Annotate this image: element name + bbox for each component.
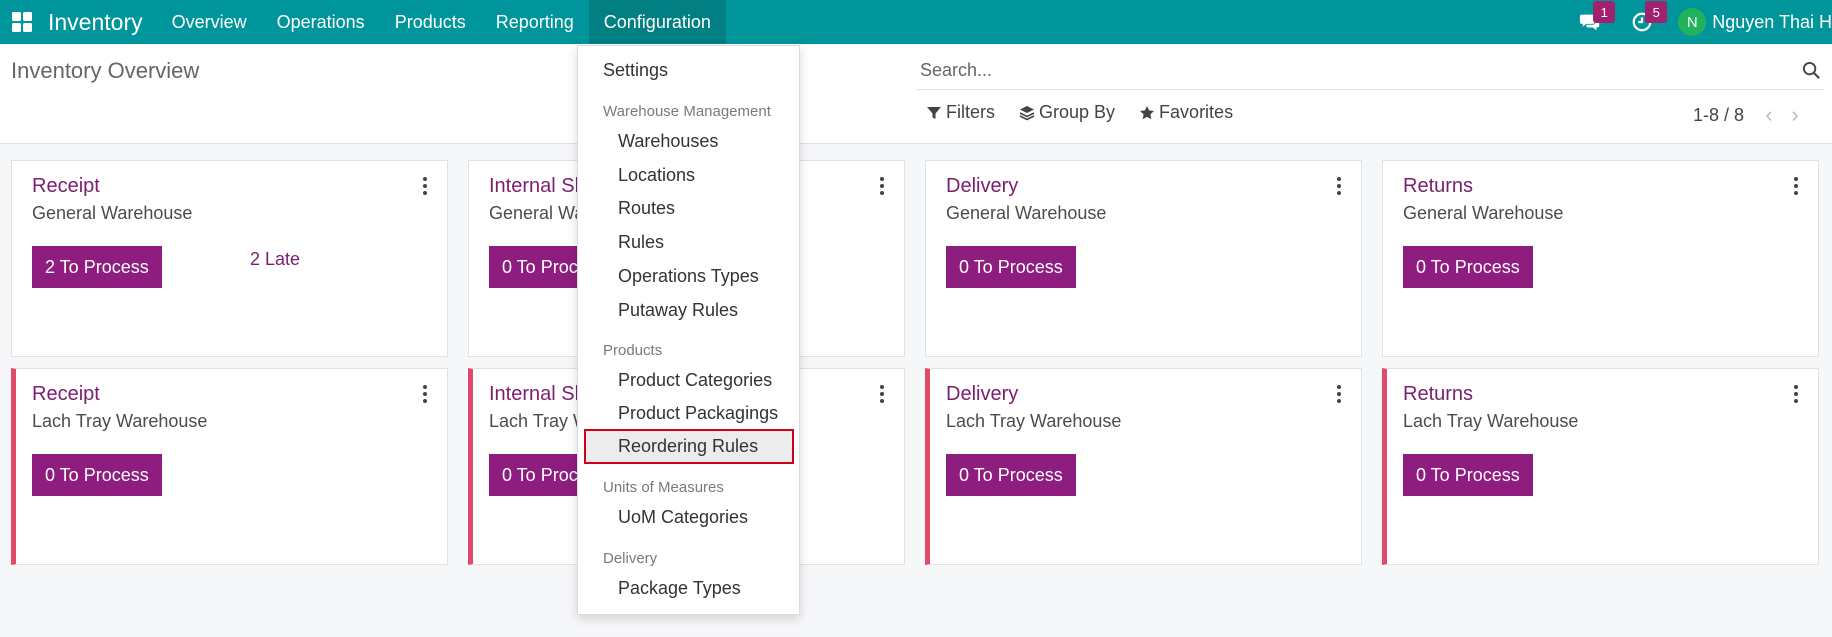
dropdown-header-delivery: Delivery — [603, 550, 658, 567]
favorites-button[interactable]: Favorites — [1139, 102, 1233, 123]
filters-label: Filters — [946, 102, 995, 122]
kebab-menu-icon[interactable] — [1335, 385, 1343, 403]
dropdown-header-uom: Units of Measures — [603, 479, 724, 496]
to-process-button[interactable]: 2 To Process — [32, 246, 162, 288]
control-panel: Inventory Overview Filters Group By Favo… — [0, 44, 1832, 144]
card-warehouse: Lach Tray W — [489, 411, 591, 431]
card-title[interactable]: Delivery — [946, 383, 1018, 406]
card-warehouse: Lach Tray Warehouse — [1403, 411, 1579, 431]
card-title[interactable]: Internal Sh — [489, 175, 586, 198]
search-icon[interactable] — [1798, 58, 1824, 84]
pager-value[interactable]: 1-8 / 8 — [1693, 105, 1744, 126]
card-title[interactable]: Receipt — [32, 175, 100, 198]
dropdown-item-product-packagings[interactable]: Product Packagings — [578, 403, 799, 424]
menu-reporting[interactable]: Reporting — [481, 0, 589, 44]
dropdown-header-products: Products — [603, 342, 663, 359]
dropdown-item-reordering-rules[interactable]: Reordering Rules — [584, 429, 794, 464]
dropdown-item-uom-categories[interactable]: UoM Categories — [578, 507, 799, 528]
kanban-card[interactable]: Returns Lach Tray Warehouse 0 To Process — [1382, 368, 1819, 565]
card-title[interactable]: Returns — [1403, 383, 1473, 406]
search-options: Filters Group By Favorites — [926, 102, 1257, 123]
kebab-menu-icon[interactable] — [1792, 385, 1800, 403]
user-name: Nguyen Thai H — [1712, 11, 1832, 32]
dropdown-item-routes[interactable]: Routes — [578, 198, 799, 219]
dropdown-item-putaway-rules[interactable]: Putaway Rules — [578, 300, 799, 321]
menu-products[interactable]: Products — [380, 0, 481, 44]
dropdown-item-locations[interactable]: Locations — [578, 165, 799, 186]
dropdown-item-package-types[interactable]: Package Types — [578, 578, 799, 599]
search-bar — [916, 52, 1824, 90]
search-input[interactable] — [916, 60, 1798, 81]
menu-configuration[interactable]: Configuration — [588, 0, 726, 44]
to-process-button[interactable]: 0 To Process — [946, 454, 1076, 496]
late-link[interactable]: 2 Late — [250, 249, 300, 270]
dropdown-header-warehouse: Warehouse Management — [603, 103, 771, 120]
kanban-card[interactable]: Delivery General Warehouse 0 To Process — [925, 160, 1362, 357]
kanban-card[interactable]: Delivery Lach Tray Warehouse 0 To Proces… — [925, 368, 1362, 565]
card-title[interactable]: Internal Sh — [489, 383, 586, 406]
card-warehouse: Lach Tray Warehouse — [946, 411, 1122, 431]
card-title[interactable]: Returns — [1403, 175, 1473, 198]
page-title: Inventory Overview — [11, 58, 200, 83]
group-by-button[interactable]: Group By — [1019, 102, 1115, 123]
to-process-button[interactable]: 0 To Process — [1403, 246, 1533, 288]
activities-badge: 5 — [1645, 1, 1668, 23]
card-title[interactable]: Receipt — [32, 383, 100, 406]
menu-overview[interactable]: Overview — [157, 0, 262, 44]
favorites-label: Favorites — [1159, 102, 1234, 122]
kebab-menu-icon[interactable] — [421, 177, 429, 195]
filters-button[interactable]: Filters — [926, 102, 995, 123]
dropdown-item-rules[interactable]: Rules — [578, 232, 799, 253]
chevron-right-icon[interactable]: › — [1782, 102, 1808, 128]
kebab-menu-icon[interactable] — [878, 177, 886, 195]
activities-button[interactable]: 5 — [1616, 0, 1668, 44]
menu-operations[interactable]: Operations — [262, 0, 380, 44]
dropdown-item-settings[interactable]: Settings — [578, 60, 799, 81]
user-menu[interactable]: N Nguyen Thai H — [1668, 0, 1832, 44]
kanban-card[interactable]: Returns General Warehouse 0 To Process — [1382, 160, 1819, 357]
top-navbar: Inventory Overview Operations Products R… — [0, 0, 1832, 44]
app-name[interactable]: Inventory — [48, 9, 143, 36]
card-warehouse: General Warehouse — [1403, 203, 1564, 223]
apps-menu-icon[interactable] — [0, 0, 44, 44]
messages-badge: 1 — [1593, 1, 1616, 23]
kebab-menu-icon[interactable] — [421, 385, 429, 403]
star-icon — [1140, 105, 1155, 119]
filter-icon — [927, 106, 941, 119]
kebab-menu-icon[interactable] — [878, 385, 886, 403]
pager: 1-8 / 8 ‹ › — [1693, 102, 1808, 128]
dropdown-item-warehouses[interactable]: Warehouses — [578, 131, 799, 152]
configuration-dropdown: Settings Warehouse Management Warehouses… — [577, 45, 800, 615]
kebab-menu-icon[interactable] — [1792, 177, 1800, 195]
card-warehouse: General Wa — [489, 203, 585, 223]
avatar: N — [1678, 8, 1707, 36]
kanban-card[interactable]: Receipt Lach Tray Warehouse 0 To Process — [11, 368, 448, 565]
group-by-label: Group By — [1039, 102, 1116, 122]
to-process-button[interactable]: 0 To Process — [1403, 454, 1533, 496]
dropdown-item-product-categories[interactable]: Product Categories — [578, 370, 799, 391]
chevron-left-icon[interactable]: ‹ — [1756, 102, 1782, 128]
messages-button[interactable]: 1 — [1564, 0, 1616, 44]
kanban-card[interactable]: Receipt General Warehouse 2 To Process 2… — [11, 160, 448, 357]
kebab-menu-icon[interactable] — [1335, 177, 1343, 195]
dropdown-item-operations-types[interactable]: Operations Types — [578, 266, 799, 287]
to-process-button[interactable]: 0 To Process — [946, 246, 1076, 288]
card-warehouse: General Warehouse — [32, 203, 193, 223]
card-title[interactable]: Delivery — [946, 175, 1018, 198]
card-warehouse: Lach Tray Warehouse — [32, 411, 208, 431]
to-process-button[interactable]: 0 To Process — [32, 454, 162, 496]
layers-icon — [1019, 105, 1035, 120]
navbar-systray: 1 5 N Nguyen Thai H — [1564, 0, 1832, 44]
card-warehouse: General Warehouse — [946, 203, 1107, 223]
